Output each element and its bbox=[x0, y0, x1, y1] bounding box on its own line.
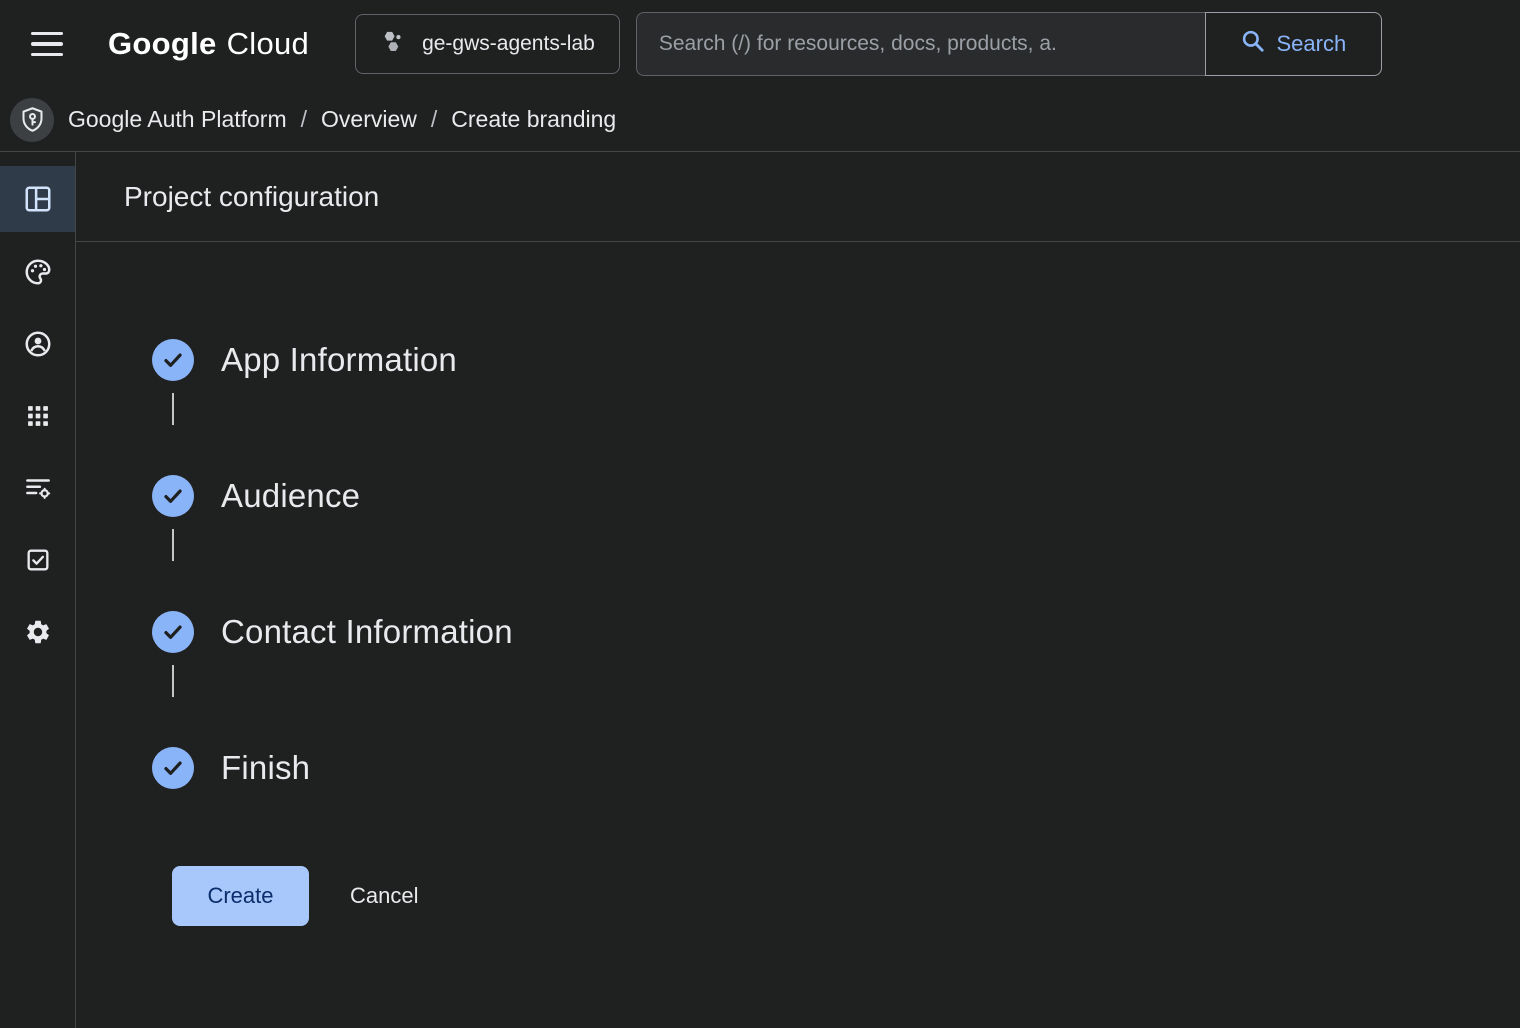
sidebar-item-audience[interactable] bbox=[0, 308, 75, 380]
search-input[interactable] bbox=[636, 12, 1205, 76]
step-connector bbox=[172, 529, 174, 561]
breadcrumb-auth-platform[interactable]: Google Auth Platform bbox=[68, 106, 287, 133]
project-icon bbox=[380, 28, 406, 60]
logo-google-text: Google bbox=[108, 26, 217, 62]
branding-palette-icon bbox=[23, 257, 53, 287]
breadcrumb-separator: / bbox=[301, 106, 307, 133]
auth-platform-shield-key-icon bbox=[10, 98, 54, 142]
search-button-label: Search bbox=[1276, 31, 1346, 57]
project-selector[interactable]: ge-gws-agents-lab bbox=[355, 14, 620, 74]
clients-grid-icon bbox=[24, 402, 52, 430]
search-icon bbox=[1240, 28, 1266, 60]
google-cloud-logo: Google Cloud bbox=[108, 26, 309, 62]
top-app-bar: Google Cloud ge-gws-agents-lab Search bbox=[0, 0, 1520, 88]
cancel-button[interactable]: Cancel bbox=[350, 883, 418, 909]
step-complete-check-icon bbox=[152, 475, 194, 517]
sidebar-item-overview[interactable] bbox=[0, 166, 75, 232]
breadcrumb-current: Create branding bbox=[451, 106, 616, 133]
step-contact-information[interactable]: Contact Information bbox=[152, 611, 1520, 653]
data-access-list-icon bbox=[23, 473, 53, 503]
form-actions: Create Cancel bbox=[172, 866, 1520, 926]
step-complete-check-icon bbox=[152, 747, 194, 789]
step-app-information[interactable]: App Information bbox=[152, 339, 1520, 381]
step-label: Audience bbox=[221, 477, 360, 515]
settings-gear-icon bbox=[24, 618, 52, 646]
step-complete-check-icon bbox=[152, 339, 194, 381]
wizard-steps: App Information Audience Contact I bbox=[76, 242, 1520, 926]
step-label: Contact Information bbox=[221, 613, 513, 651]
sidebar-item-clients[interactable] bbox=[0, 380, 75, 452]
search-bar: Search bbox=[636, 12, 1382, 76]
sidebar-item-settings[interactable] bbox=[0, 596, 75, 668]
breadcrumb: Google Auth Platform / Overview / Create… bbox=[68, 106, 616, 133]
breadcrumb-bar: Google Auth Platform / Overview / Create… bbox=[0, 88, 1520, 152]
audience-person-icon bbox=[23, 329, 53, 359]
main-content: Project configuration App Information Au… bbox=[76, 152, 1520, 1028]
step-label: Finish bbox=[221, 749, 310, 787]
step-audience[interactable]: Audience bbox=[152, 475, 1520, 517]
menu-button[interactable] bbox=[24, 21, 70, 67]
search-button[interactable]: Search bbox=[1205, 12, 1382, 76]
sidebar-item-data-access[interactable] bbox=[0, 452, 75, 524]
step-complete-check-icon bbox=[152, 611, 194, 653]
breadcrumb-separator: / bbox=[431, 106, 437, 133]
step-label: App Information bbox=[221, 341, 457, 379]
sidebar-item-branding[interactable] bbox=[0, 236, 75, 308]
side-navigation bbox=[0, 152, 76, 1028]
logo-cloud-text: Cloud bbox=[227, 26, 310, 62]
verification-checkbox-icon bbox=[24, 546, 52, 574]
sidebar-item-verification[interactable] bbox=[0, 524, 75, 596]
overview-dashboard-icon bbox=[23, 184, 53, 214]
step-finish[interactable]: Finish bbox=[152, 747, 1520, 789]
step-connector bbox=[172, 393, 174, 425]
project-selector-label: ge-gws-agents-lab bbox=[422, 32, 595, 56]
page-title: Project configuration bbox=[76, 152, 1520, 242]
create-button[interactable]: Create bbox=[172, 866, 309, 926]
breadcrumb-overview[interactable]: Overview bbox=[321, 106, 417, 133]
step-connector bbox=[172, 665, 174, 697]
